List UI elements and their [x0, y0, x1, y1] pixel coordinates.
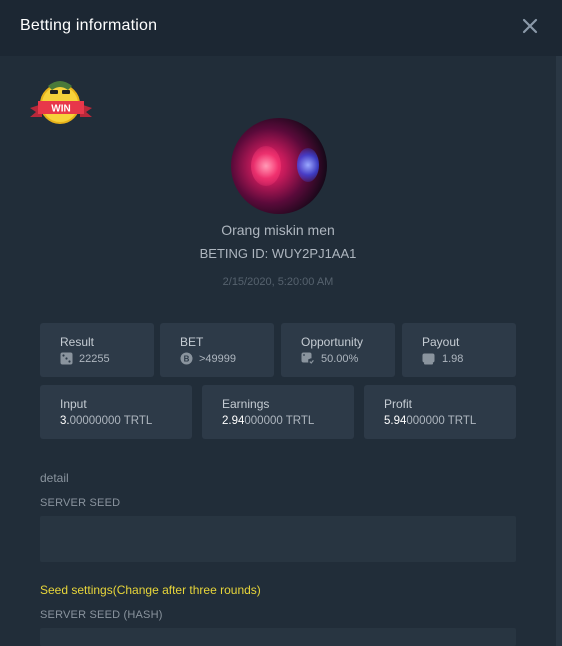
seed-settings-note: Seed settings(Change after three rounds) — [40, 583, 261, 597]
server-seed-field[interactable] — [40, 516, 516, 562]
payout-card: Payout 1.98 — [402, 323, 516, 377]
close-icon[interactable] — [520, 16, 540, 36]
svg-text:B: B — [184, 355, 190, 364]
input-card: Input 3.00000000 TRTL — [40, 385, 192, 439]
payout-value-wrap: 1.98 — [422, 352, 463, 365]
input-value: 3.00000000 TRTL — [60, 415, 153, 427]
detail-heading: detail — [40, 471, 69, 485]
modal-header: Betting information — [0, 0, 562, 56]
opportunity-card: Opportunity 50.00% — [281, 323, 395, 377]
scrollbar-thumb[interactable] — [556, 56, 562, 646]
input-label: Input — [60, 397, 87, 411]
result-value: 22255 — [79, 352, 110, 365]
result-label: Result — [60, 335, 95, 349]
chance-icon — [301, 352, 315, 365]
profit-card: Profit 5.94000000 TRTL — [364, 385, 516, 439]
opportunity-label: Opportunity — [301, 335, 364, 349]
server-seed-label: SERVER SEED — [40, 497, 121, 509]
payout-value: 1.98 — [442, 352, 464, 365]
bet-timestamp: 2/15/2020, 5:20:00 AM — [222, 276, 334, 288]
avatar — [231, 118, 327, 214]
profit-label: Profit — [384, 397, 413, 411]
result-value-wrap: 22255 — [60, 352, 110, 365]
wallet-icon — [422, 353, 435, 365]
server-seed-hash-field[interactable] — [40, 628, 516, 646]
earnings-card: Earnings 2.94000000 TRTL — [202, 385, 354, 439]
opportunity-value: 50.00% — [321, 352, 359, 365]
bet-value-wrap: B >49999 — [180, 352, 236, 365]
win-badge-text: WIN — [51, 104, 70, 115]
earnings-label: Earnings — [222, 397, 270, 411]
bet-label: BET — [180, 335, 204, 349]
profit-value: 5.94000000 TRTL — [384, 415, 477, 427]
bet-id: BETING ID: WUY2PJ1AA1 — [199, 246, 357, 261]
result-card: Result 22255 — [40, 323, 154, 377]
modal-title: Betting information — [20, 17, 158, 34]
server-seed-hash-label: SERVER SEED (HASH) — [40, 609, 163, 621]
coin-icon: B — [180, 352, 193, 365]
bet-card: BET B >49999 — [160, 323, 274, 377]
opportunity-value-wrap: 50.00% — [301, 352, 358, 365]
dice-icon — [60, 352, 73, 365]
scrollbar[interactable] — [556, 56, 562, 646]
user-name: Orang miskin men — [221, 222, 335, 238]
earnings-value: 2.94000000 TRTL — [222, 415, 315, 427]
bet-value: >49999 — [199, 352, 237, 365]
win-badge-icon: WIN — [30, 81, 92, 124]
payout-label: Payout — [422, 335, 460, 349]
